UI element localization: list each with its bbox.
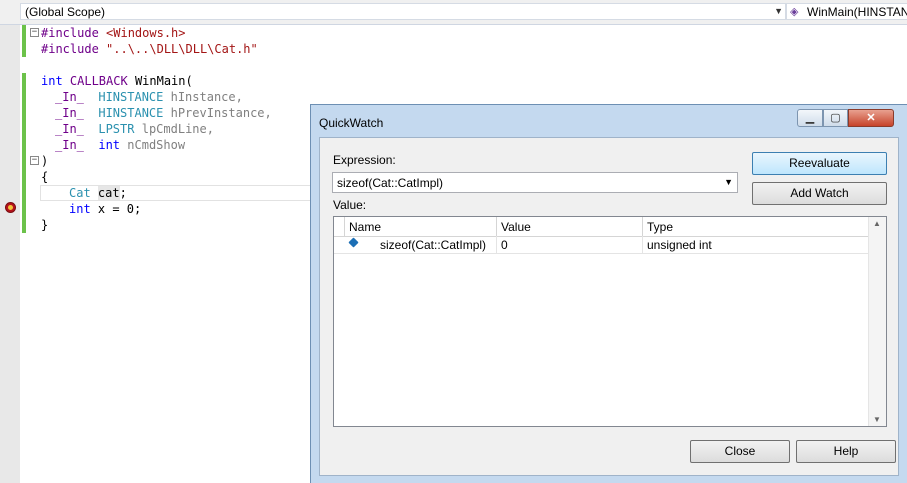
change-tracking-bar — [22, 73, 26, 233]
code-line: ) — [41, 154, 49, 168]
reevaluate-button[interactable]: Reevaluate — [752, 152, 887, 175]
code-line: _In_ int nCmdShow — [55, 138, 186, 152]
column-header-type[interactable]: Type — [643, 217, 870, 236]
code-line: { — [41, 170, 49, 184]
close-window-button[interactable]: ✕ — [848, 109, 894, 127]
maximize-button[interactable]: ▢ — [823, 109, 848, 127]
code-line: Cat cat; — [69, 186, 127, 200]
help-button[interactable]: Help — [796, 440, 896, 463]
value-grid[interactable]: Name Value Type sizeof(Cat::CatImpl) 0 u… — [333, 216, 887, 427]
scope-dropdown-value: (Global Scope) — [25, 5, 106, 19]
code-line: #include "..\..\DLL\DLL\Cat.h" — [41, 42, 258, 56]
dialog-body: Expression: sizeof(Cat::CatImpl) ▼ Value… — [319, 137, 899, 476]
collapse-toggle[interactable]: − — [30, 28, 39, 37]
code-line: _In_ HINSTANCE hPrevInstance, — [55, 106, 272, 120]
change-tracking-bar — [22, 25, 26, 57]
vertical-scrollbar[interactable]: ▲ ▼ — [868, 217, 886, 426]
expression-combobox[interactable]: sizeof(Cat::CatImpl) ▼ — [332, 172, 738, 193]
table-row[interactable]: sizeof(Cat::CatImpl) 0 unsigned int — [334, 236, 870, 254]
function-icon: ◈ — [790, 6, 799, 18]
code-line: int CALLBACK WinMain( — [41, 74, 193, 88]
row-type: unsigned int — [647, 238, 712, 252]
dialog-title: QuickWatch — [319, 116, 384, 130]
grid-header: Name Value Type — [334, 217, 870, 237]
indicator-margin[interactable] — [0, 25, 20, 483]
code-line: _In_ LPSTR lpCmdLine, — [55, 122, 214, 136]
field-icon — [348, 237, 359, 248]
navigation-bar: (Global Scope) ▼ ◈ WinMain(HINSTAN — [0, 0, 907, 25]
expression-label: Expression: — [333, 153, 396, 167]
column-header-name[interactable]: Name — [345, 217, 497, 236]
function-dropdown-value: WinMain(HINSTAN — [807, 5, 907, 19]
scope-dropdown[interactable]: (Global Scope) ▼ — [20, 3, 786, 20]
value-label: Value: — [333, 198, 367, 212]
code-line: _In_ HINSTANCE hInstance, — [55, 90, 243, 104]
function-dropdown[interactable]: ◈ WinMain(HINSTAN — [786, 3, 907, 20]
chevron-down-icon[interactable]: ▼ — [724, 177, 733, 187]
chevron-down-icon: ▼ — [774, 6, 783, 16]
add-watch-button[interactable]: Add Watch — [752, 182, 887, 205]
code-line: int x = 0; — [69, 202, 142, 216]
close-button[interactable]: Close — [690, 440, 790, 463]
scroll-up-icon[interactable]: ▲ — [873, 219, 881, 228]
code-line: } — [41, 218, 49, 232]
column-header-value[interactable]: Value — [497, 217, 643, 236]
row-value: 0 — [501, 238, 508, 252]
quickwatch-dialog: QuickWatch ▁ ▢ ✕ Expression: sizeof(Cat:… — [310, 104, 907, 483]
expression-value: sizeof(Cat::CatImpl) — [337, 176, 444, 190]
breakpoint-icon[interactable] — [5, 202, 16, 213]
scroll-down-icon[interactable]: ▼ — [873, 415, 881, 424]
minimize-button[interactable]: ▁ — [797, 109, 823, 127]
code-line: #include <Windows.h> — [41, 26, 186, 40]
collapse-toggle[interactable]: − — [30, 156, 39, 165]
row-name: sizeof(Cat::CatImpl) — [380, 238, 487, 252]
